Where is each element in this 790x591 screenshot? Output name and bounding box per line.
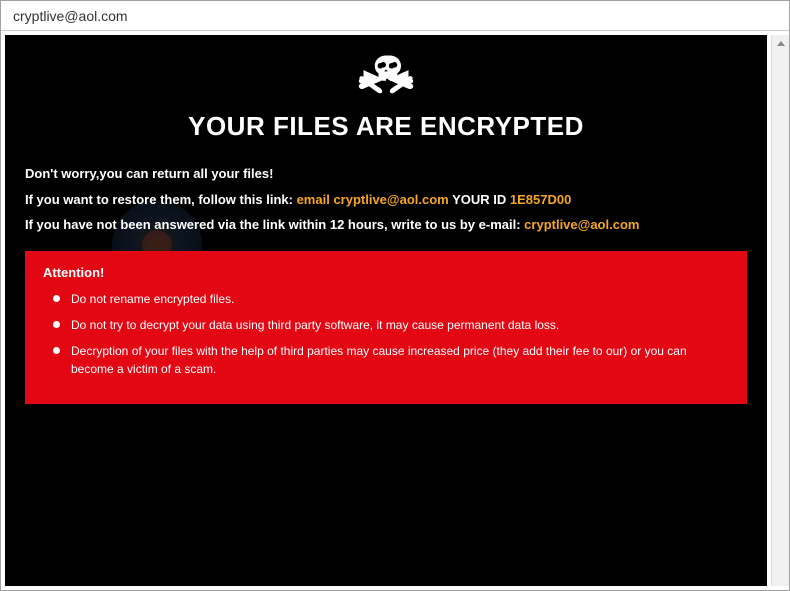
list-item: Do not rename encrypted files. [43,290,729,308]
attention-box: Attention! Do not rename encrypted files… [25,251,747,404]
content-wrapper: pcrisk.com YOUR FILES ARE ENCRYP [1,31,789,590]
skull-crossbones-icon [356,53,416,101]
contact-email-1: cryptlive@aol.com [333,192,448,207]
ransom-note-body: pcrisk.com YOUR FILES ARE ENCRYP [5,35,767,586]
list-item: Decryption of your files with the help o… [43,342,729,378]
content-inner: YOUR FILES ARE ENCRYPTED Don't worry,you… [5,35,767,422]
main-heading: YOUR FILES ARE ENCRYPTED [25,111,747,142]
window-title: cryptlive@aol.com [13,8,128,24]
line2-id-label: YOUR ID [449,192,510,207]
intro-line-3: If you have not been answered via the li… [25,215,747,235]
line3-prefix: If you have not been answered via the li… [25,217,524,232]
line2-prefix: If you want to restore them, follow this… [25,192,297,207]
line2-email-label: email [297,192,334,207]
scroll-up-icon[interactable] [772,35,790,53]
attention-list: Do not rename encrypted files. Do not tr… [43,290,729,378]
window-titlebar: cryptlive@aol.com [1,1,789,31]
victim-id: 1E857D00 [510,192,571,207]
intro-line-1: Don't worry,you can return all your file… [25,164,747,184]
contact-email-2: cryptlive@aol.com [524,217,639,232]
intro-line-2: If you want to restore them, follow this… [25,190,747,210]
vertical-scrollbar[interactable] [771,35,789,586]
attention-title: Attention! [43,265,729,280]
list-item: Do not try to decrypt your data using th… [43,316,729,334]
